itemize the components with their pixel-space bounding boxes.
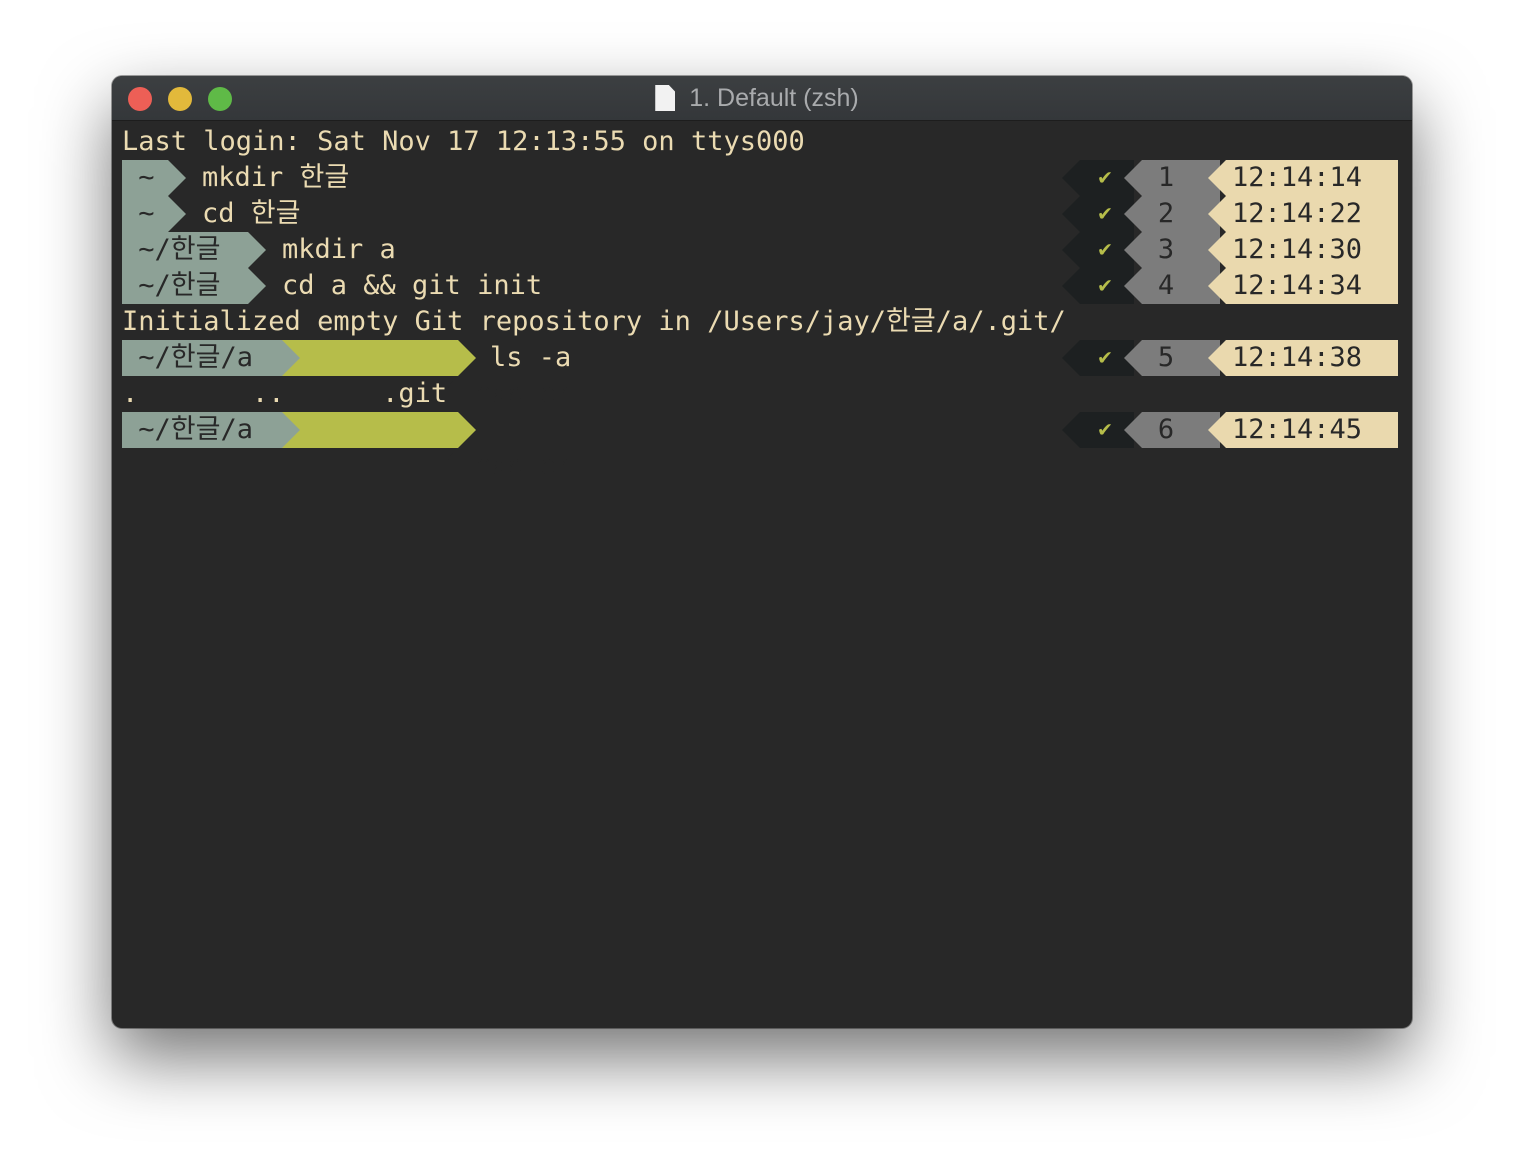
git-branch-segment: ᚴ master: [282, 340, 572, 409]
segment-separator: [248, 268, 266, 304]
timestamp: 12:14:14: [1232, 162, 1363, 193]
ls-output: . .. .git: [122, 378, 448, 409]
prompt-dir-segment: ~/한글/a: [122, 340, 282, 376]
right-prompt: ✔ 1 12:14:14: [1062, 160, 1398, 196]
status-check-icon: ✔: [1098, 273, 1112, 298]
segment-separator: [458, 340, 476, 376]
terminal-window: 1. Default (zsh) Last login: Sat Nov 17 …: [112, 76, 1412, 1028]
command-text: mkdir 한글: [202, 162, 350, 193]
prompt-dir-segment: ~: [122, 196, 168, 232]
segment-separator: [168, 160, 186, 196]
command-text: ls -a: [490, 342, 572, 373]
segment-separator: [248, 232, 266, 268]
prompt-line: ~/한글 cd a && git init ✔ 4 12:14:34: [122, 268, 1398, 304]
prompt-dir-segment: ~/한글/a: [122, 412, 282, 448]
prompt-dir-segment: ~: [122, 160, 168, 196]
status-check-icon: ✔: [1098, 165, 1112, 190]
prompt-dir-segment: ~/한글: [122, 232, 248, 268]
timestamp: 12:14:38: [1232, 342, 1363, 373]
title-bar[interactable]: 1. Default (zsh): [112, 76, 1412, 121]
git-branch-icon: ᚴ: [442, 450, 459, 481]
right-prompt: ✔ 3 12:14:30: [1062, 232, 1398, 268]
history-number: 5: [1157, 342, 1175, 373]
status-check-icon: ✔: [1098, 345, 1112, 370]
window-title: 1. Default (zsh): [689, 83, 859, 112]
git-branch-segment: ᚴ master: [282, 412, 572, 481]
git-branch-name: master: [474, 378, 573, 409]
segment-separator: [458, 412, 476, 448]
timestamp: 12:14:45: [1232, 414, 1363, 445]
command-text: cd 한글: [202, 198, 301, 229]
command-text: mkdir a: [282, 234, 396, 265]
current-prompt-line: ~/한글/a ᚴ master ✔ 6 12:14:45: [122, 412, 1398, 481]
document-icon: [655, 85, 676, 111]
prompt-line: ~/한글 mkdir a ✔ 3 12:14:30: [122, 232, 1398, 268]
timestamp: 12:14:30: [1232, 234, 1363, 265]
timestamp: 12:14:34: [1232, 270, 1363, 301]
timestamp: 12:14:22: [1232, 198, 1363, 229]
right-prompt: ✔ 6 12:14:45: [1062, 412, 1398, 448]
prompt-line: ~ cd 한글 ✔ 2 12:14:22: [122, 196, 1398, 232]
prompt-dir-segment: ~/한글: [122, 268, 248, 304]
prompt-line: ~ mkdir 한글 ✔ 1 12:14:14: [122, 160, 1398, 196]
status-check-icon: ✔: [1098, 201, 1112, 226]
terminal-content[interactable]: Last login: Sat Nov 17 12:13:55 on ttys0…: [122, 124, 1412, 1028]
history-number: 3: [1157, 234, 1175, 265]
right-prompt: ✔ 2 12:14:22: [1062, 196, 1398, 232]
segment-separator: [168, 196, 186, 232]
right-prompt: ✔ 5 12:14:38: [1062, 340, 1398, 376]
status-check-icon: ✔: [1098, 237, 1112, 262]
status-check-icon: ✔: [1098, 417, 1112, 442]
git-branch-name: master: [474, 450, 573, 481]
git-init-output: Initialized empty Git repository in /Use…: [122, 306, 1066, 337]
history-number: 2: [1157, 198, 1175, 229]
prompt-line: ~/한글/a ᚴ master ls -a ✔ 5 12:14:38: [122, 340, 1398, 409]
history-number: 4: [1157, 270, 1175, 301]
history-number: 6: [1157, 414, 1175, 445]
history-number: 1: [1157, 162, 1175, 193]
right-prompt: ✔ 4 12:14:34: [1062, 268, 1398, 304]
last-login-line: Last login: Sat Nov 17 12:13:55 on ttys0…: [122, 126, 805, 157]
command-text: cd a && git init: [282, 270, 543, 301]
